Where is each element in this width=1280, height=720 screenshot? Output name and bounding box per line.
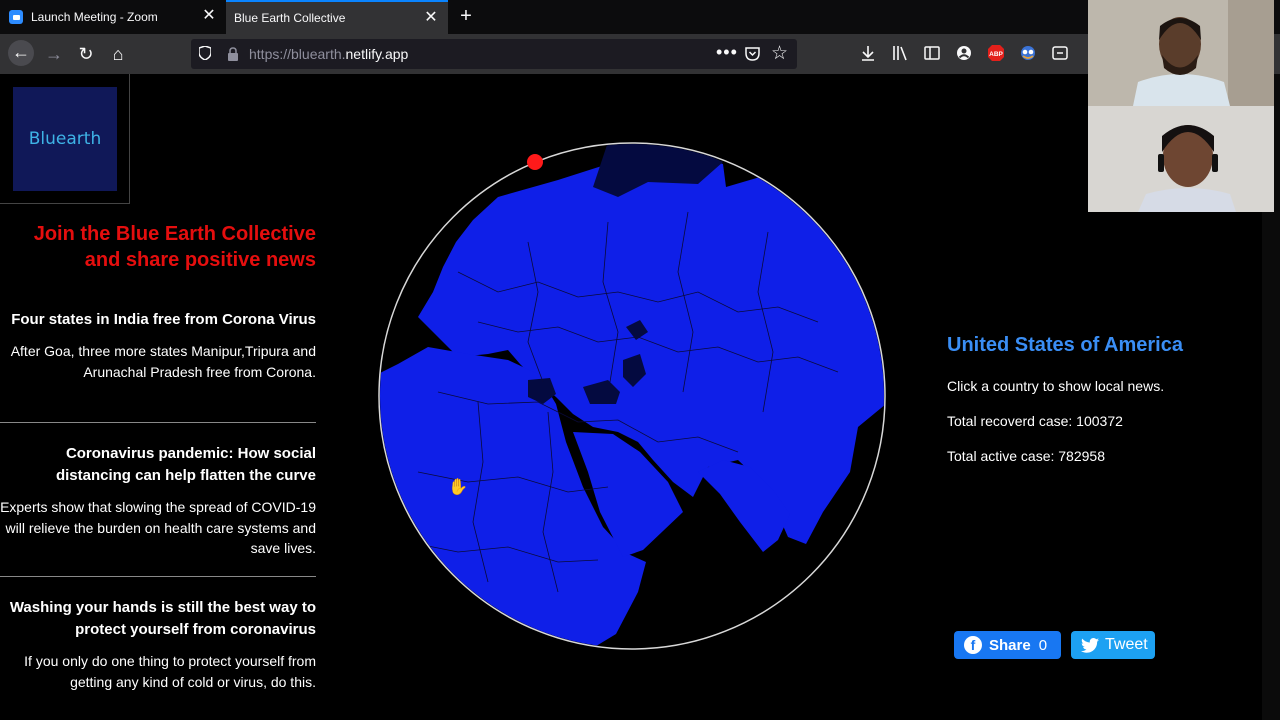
facebook-share-button[interactable]: f Share 0 <box>954 631 1061 659</box>
tab-blue-earth[interactable]: Blue Earth Collective ✕ <box>226 0 448 34</box>
extension-icon[interactable] <box>1019 44 1037 62</box>
video-participant-2 <box>1088 106 1274 212</box>
download-icon[interactable] <box>859 44 877 62</box>
plus-icon[interactable]: + <box>456 6 476 26</box>
logo-text: Bluearth <box>28 129 102 149</box>
star-icon[interactable]: ☆ <box>771 42 788 65</box>
library-icon[interactable] <box>891 44 909 62</box>
reload-icon[interactable]: ↻ <box>74 42 98 66</box>
tab-zoom-meeting[interactable]: Launch Meeting - Zoom ✕ <box>0 0 226 34</box>
news-title[interactable]: Washing your hands is still the best way… <box>0 597 316 641</box>
news-item[interactable]: Washing your hands is still the best way… <box>0 597 316 692</box>
lock-icon[interactable] <box>227 47 239 61</box>
url-prefix: https://bluearth. <box>249 46 346 62</box>
back-icon[interactable]: ← <box>8 40 34 66</box>
adblock-icon[interactable]: ABP <box>987 44 1005 62</box>
hint-text: Click a country to show local news. <box>947 378 1165 394</box>
facebook-icon: f <box>964 636 982 654</box>
hand-cursor-icon: ✋ <box>448 479 468 496</box>
account-icon[interactable] <box>955 44 973 62</box>
news-item[interactable]: Four states in India free from Corona Vi… <box>0 309 316 382</box>
pocket-icon[interactable] <box>745 46 760 61</box>
twitter-icon <box>1081 637 1099 653</box>
location-marker[interactable] <box>527 154 543 170</box>
close-icon[interactable]: ✕ <box>201 8 217 24</box>
url-bar[interactable]: https://bluearth.netlify.app ••• ☆ <box>191 39 797 69</box>
site-logo[interactable]: Bluearth <box>13 87 117 191</box>
share-label: Share <box>989 636 1031 654</box>
share-count: 0 <box>1038 636 1048 654</box>
video-participant-1 <box>1088 0 1274 106</box>
world-globe[interactable] <box>378 142 886 650</box>
news-body: After Goa, three more states Manipur,Tri… <box>10 343 316 380</box>
sync-icon[interactable] <box>1051 44 1069 62</box>
shield-icon[interactable] <box>199 46 211 60</box>
tab-title: Blue Earth Collective <box>234 11 346 25</box>
url-text[interactable]: https://bluearth.netlify.app <box>249 46 408 62</box>
recovered-count: Total recoverd case: 100372 <box>947 413 1123 429</box>
active-count: Total active case: 782958 <box>947 448 1105 464</box>
divider <box>0 422 316 423</box>
news-body: Experts show that slowing the spread of … <box>0 499 316 556</box>
participant-1-image <box>1088 0 1274 106</box>
tweet-label: Tweet <box>1105 636 1148 653</box>
page-headline: Join the Blue Earth Collective and share… <box>33 223 316 271</box>
participant-2-image <box>1088 106 1274 212</box>
sidebar-icon[interactable] <box>923 44 941 62</box>
close-icon[interactable]: ✕ <box>423 10 439 26</box>
url-domain: netlify.app <box>345 46 409 62</box>
more-icon[interactable]: ••• <box>716 42 738 63</box>
country-title: United States of America <box>947 334 1183 356</box>
news-title[interactable]: Coronavirus pandemic: How social distanc… <box>0 443 316 487</box>
news-title[interactable]: Four states in India free from Corona Vi… <box>0 309 316 331</box>
tab-title: Launch Meeting - Zoom <box>31 10 158 24</box>
forward-icon[interactable]: → <box>42 42 66 66</box>
home-icon[interactable]: ⌂ <box>106 42 130 66</box>
divider <box>0 576 316 577</box>
tweet-button[interactable]: Tweet <box>1071 631 1155 659</box>
news-item[interactable]: Coronavirus pandemic: How social distanc… <box>0 443 316 559</box>
svg-text:ABP: ABP <box>989 51 1003 58</box>
news-body: If you only do one thing to protect your… <box>24 653 316 690</box>
logo-container: Bluearth <box>0 74 130 204</box>
zoom-icon <box>9 10 23 24</box>
